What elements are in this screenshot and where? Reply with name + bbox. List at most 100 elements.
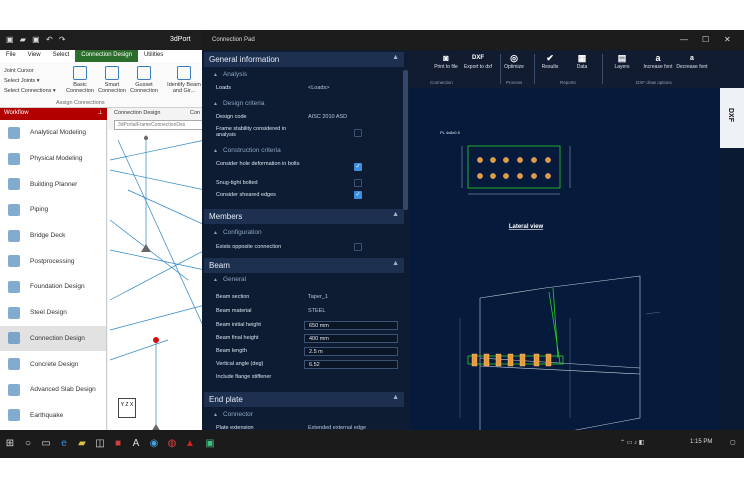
snug-tight-checkbox[interactable]: [354, 179, 362, 187]
tab-con[interactable]: Con: [190, 110, 200, 116]
workflow-item-analytical-modeling[interactable]: Analytical Modeling: [0, 120, 106, 146]
section-members[interactable]: Members ▲: [204, 209, 404, 224]
pin-icon[interactable]: ⊥: [98, 109, 103, 116]
workflow-item-postprocessing[interactable]: Postprocessing: [0, 248, 106, 274]
beam-initial-height-input[interactable]: 650 mm: [304, 321, 398, 330]
dxf-drawing-canvas[interactable]: PL 4x8x0.5 Lateral view: [410, 88, 720, 458]
optimize-button[interactable]: ◎ Optimize: [498, 53, 530, 70]
system-tray-icons[interactable]: ⌃ ▭ ♪ ◧: [620, 439, 644, 446]
selected-connection-marker[interactable]: [153, 337, 159, 343]
identify-beam-button[interactable]: Identify Beam and Gir...: [164, 66, 204, 94]
section-general-information[interactable]: General information ▲: [204, 52, 404, 67]
workflow-item-earthquake[interactable]: Earthquake: [0, 403, 106, 429]
search-icon[interactable]: ○: [22, 438, 34, 450]
beam-initial-height-label: Beam initial height: [216, 322, 261, 328]
notifications-icon[interactable]: ▢: [730, 439, 736, 446]
results-icon: ✔: [546, 53, 554, 63]
app-icon-a[interactable]: A: [130, 438, 142, 450]
menu-connection-design[interactable]: Connection Design: [75, 50, 138, 62]
beam-section-label: Beam section: [216, 294, 250, 300]
store-icon[interactable]: ◫: [94, 438, 106, 450]
print-to-file-button[interactable]: ◙ Print to file: [430, 53, 462, 70]
section-end-plate[interactable]: End plate ▲: [204, 392, 404, 407]
tab-connection-design[interactable]: Connection Design: [114, 110, 160, 116]
increase-font-button[interactable]: a Increase font: [642, 53, 674, 70]
joint-marker[interactable]: [144, 136, 148, 140]
minimize-icon[interactable]: —: [680, 35, 688, 44]
flange-stiffener-value[interactable]: [304, 373, 398, 382]
gusset-connection-button[interactable]: Gusset Connection: [130, 66, 158, 94]
group-design-criteria[interactable]: ▲ Design criteria: [208, 100, 400, 111]
results-button[interactable]: ✔ Results: [534, 53, 566, 70]
beam-section-select[interactable]: Taper_1: [304, 293, 398, 302]
quick-access-icons[interactable]: ▣ ▰ ▣ ↶ ↷: [6, 35, 68, 44]
group-configuration[interactable]: ▲ Configuration: [208, 229, 400, 240]
group-connector[interactable]: ▲ Connector: [208, 411, 400, 422]
windows-start-icon[interactable]: ⊞: [4, 438, 16, 450]
workflow-item-label: Concrete Design: [30, 360, 79, 368]
task-view-icon[interactable]: ▭: [40, 438, 52, 450]
section-beam[interactable]: Beam ▲: [204, 258, 404, 273]
print-to-file-label: Print to file: [434, 64, 458, 70]
workflow-item-advanced-slab-design[interactable]: Advanced Slab Design: [0, 377, 106, 403]
menu-view[interactable]: View: [22, 50, 47, 62]
beam-final-height-input[interactable]: 400 mm: [304, 334, 398, 343]
app-icon-blue[interactable]: ◉: [148, 438, 160, 450]
beam-material-select[interactable]: STEEL: [304, 307, 398, 316]
workflow-item-physical-modeling[interactable]: Physical Modeling: [0, 146, 106, 172]
maximize-icon[interactable]: ☐: [702, 35, 709, 44]
basic-connection-button[interactable]: Basic Connection: [66, 66, 94, 94]
workflow-item-steel-design[interactable]: Steel Design: [0, 300, 106, 326]
select-connections-button[interactable]: Select Connections ▾: [4, 86, 56, 96]
workflow-item-bridge-deck[interactable]: Bridge Deck: [0, 223, 106, 249]
close-icon[interactable]: ✕: [724, 35, 731, 44]
vertical-angle-input[interactable]: 6.52: [304, 360, 398, 369]
frame-stability-checkbox[interactable]: [354, 129, 362, 137]
beam-length-input[interactable]: 2.5 m: [304, 347, 398, 356]
group-analysis[interactable]: ▲ Analysis: [208, 71, 400, 82]
app-icon-connection-pad[interactable]: ▣: [204, 438, 216, 450]
group-construction-criteria[interactable]: ▲ Construction criteria: [208, 147, 400, 158]
group-general[interactable]: ▲ General: [208, 276, 400, 287]
sheared-edges-checkbox[interactable]: ✓: [354, 191, 362, 199]
joint-cursor-button[interactable]: Joint Cursor: [4, 66, 56, 76]
app-icon-red[interactable]: ■: [112, 438, 124, 450]
export-to-dxf-button[interactable]: DXF Export to dxf: [462, 53, 494, 70]
chevron-up-icon[interactable]: ▲: [392, 394, 399, 401]
data-button[interactable]: ▦ Data: [566, 53, 598, 70]
menu-file[interactable]: File: [0, 50, 22, 62]
chevron-up-icon[interactable]: ▲: [392, 211, 399, 218]
chevron-up-icon[interactable]: ▲: [392, 54, 399, 61]
exists-opposite-checkbox[interactable]: [354, 243, 362, 251]
panel-scrollbar[interactable]: [403, 70, 408, 210]
document-tab[interactable]: 3dPortalFrameConnectionDes: [114, 120, 205, 130]
app-icon-3dportal[interactable]: ▲: [184, 438, 196, 450]
group-title: Analysis: [222, 71, 248, 78]
group-title: Design criteria: [222, 100, 265, 107]
chevron-up-icon[interactable]: ▲: [392, 260, 399, 267]
design-code-select[interactable]: AISC 2010 ASD: [304, 113, 398, 122]
loads-value[interactable]: <Loads>: [304, 84, 398, 93]
analytical-modeling-icon: [8, 126, 20, 139]
row-beam-initial-height: Beam initial height 650 mm: [208, 321, 400, 331]
workflow-item-foundation-design[interactable]: Foundation Design: [0, 274, 106, 300]
workflow-item-connection-design[interactable]: Connection Design: [0, 325, 106, 352]
smart-connection-button[interactable]: Smart Connection: [98, 66, 126, 94]
select-joints-button[interactable]: Select Joints ▾: [4, 76, 56, 86]
app-icon-chrome[interactable]: ◍: [166, 438, 178, 450]
row-snug-tight: Snug-tight bolted: [208, 179, 400, 189]
workflow-item-building-planner[interactable]: Building Planner: [0, 171, 106, 197]
dxf-side-tab[interactable]: DXF: [720, 88, 744, 148]
decrease-font-button[interactable]: a Decrease font: [676, 53, 708, 70]
hole-deformation-checkbox[interactable]: ✓: [354, 163, 362, 171]
clock-time[interactable]: 1:15 PM: [690, 439, 712, 445]
file-explorer-icon[interactable]: ▰: [76, 438, 88, 450]
layers-button[interactable]: ▤ Layers: [606, 53, 638, 70]
host-window-title: 3dPort: [170, 36, 191, 43]
menu-select[interactable]: Select: [47, 50, 76, 62]
workflow-item-concrete-design[interactable]: Concrete Design: [0, 351, 106, 377]
menu-utilities[interactable]: Utilities: [138, 50, 169, 62]
building-planner-icon: [8, 178, 20, 191]
workflow-item-piping[interactable]: Piping: [0, 197, 106, 223]
edge-icon[interactable]: e: [58, 438, 70, 450]
